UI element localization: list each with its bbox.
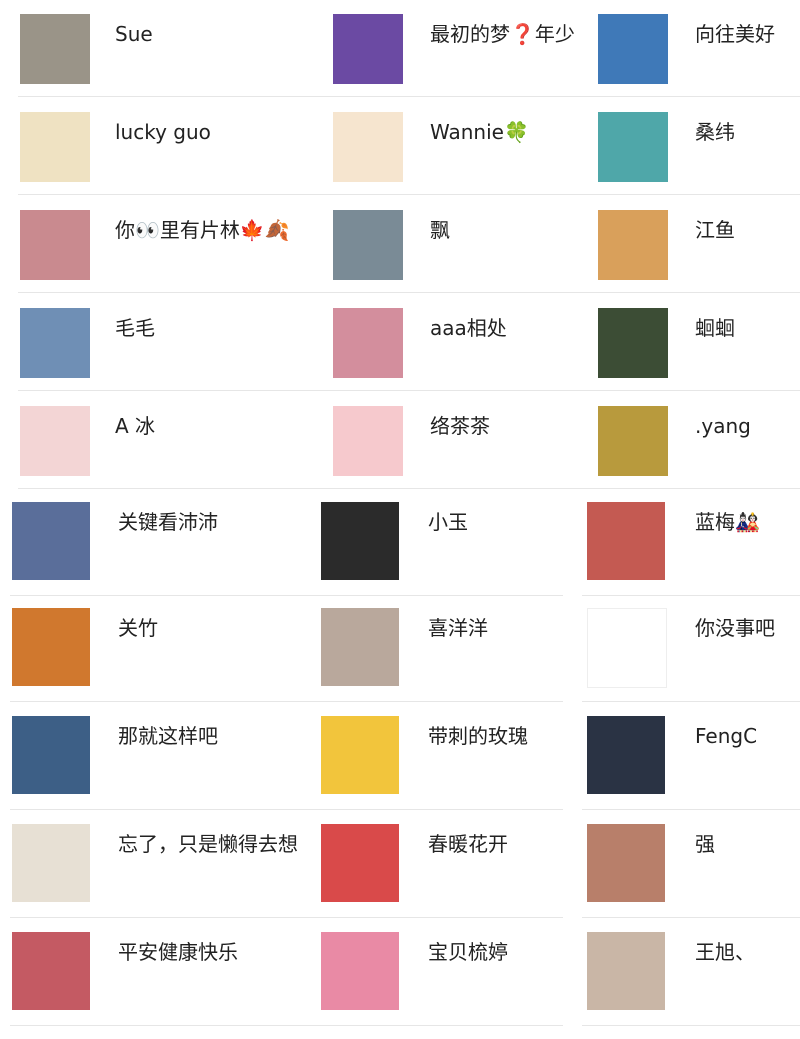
contact-item[interactable]: 那就这样吧 bbox=[10, 704, 318, 810]
contact-name: 毛毛 bbox=[115, 316, 155, 340]
contact-item[interactable]: 王旭、 bbox=[582, 920, 800, 1026]
contact-name: 江鱼 bbox=[695, 218, 735, 242]
contact-item[interactable]: aaa相处 bbox=[330, 294, 595, 391]
china-cheer-avatar[interactable] bbox=[321, 824, 399, 902]
contact-item[interactable]: 你👀里有片林🍁🍂 bbox=[18, 196, 330, 293]
contact-name: 关竹 bbox=[118, 616, 158, 640]
contact-item[interactable]: 向往美好 bbox=[595, 0, 800, 97]
pink-pig-avatar[interactable] bbox=[333, 406, 403, 476]
child-face-avatar[interactable] bbox=[333, 308, 403, 378]
contact-item[interactable]: Sue bbox=[18, 0, 330, 97]
anime-girl-avatar[interactable] bbox=[20, 406, 90, 476]
contact-name: 强 bbox=[695, 832, 715, 856]
shiba-dog-avatar[interactable] bbox=[598, 210, 668, 280]
contact-item[interactable]: 江鱼 bbox=[595, 196, 800, 293]
cartoon-girl-avatar[interactable] bbox=[333, 112, 403, 182]
yellow-flower-avatar[interactable] bbox=[321, 716, 399, 794]
holding-hands-avatar[interactable] bbox=[321, 502, 399, 580]
contact-name: 忘了，只是懒得去想 bbox=[118, 832, 298, 856]
contact-name: 桑纬 bbox=[695, 120, 735, 144]
landscape-avatar[interactable] bbox=[333, 210, 403, 280]
contact-name: FengC bbox=[695, 724, 758, 748]
contact-item[interactable]: 小玉 bbox=[318, 490, 563, 596]
contact-name: 带刺的玫瑰 bbox=[428, 724, 528, 748]
contact-name: 春暖花开 bbox=[428, 832, 508, 856]
contact-name: A 冰 bbox=[115, 414, 156, 438]
contact-item[interactable]: A 冰 bbox=[18, 392, 330, 489]
girl-selfie-avatar[interactable] bbox=[20, 210, 90, 280]
contact-name: Sue bbox=[115, 22, 153, 46]
contact-name: 喜洋洋 bbox=[428, 616, 488, 640]
kid-photo-avatar[interactable] bbox=[12, 932, 90, 1010]
child-photo-avatar[interactable] bbox=[20, 14, 90, 84]
contact-name: 飘 bbox=[430, 218, 450, 242]
contact-item[interactable]: 毛毛 bbox=[18, 294, 330, 391]
crayon-shin-chan-avatar[interactable] bbox=[12, 502, 90, 580]
contact-name: 蛔蛔 bbox=[695, 316, 735, 340]
contact-name: 你没事吧 bbox=[695, 616, 775, 640]
contact-name: 你👀里有片林🍁🍂 bbox=[115, 218, 290, 242]
contact-item[interactable]: 平安健康快乐 bbox=[10, 920, 318, 1026]
contact-item[interactable]: 最初的梦❓年少 bbox=[330, 0, 595, 97]
cartoon-cat-avatar[interactable] bbox=[20, 112, 90, 182]
contact-name: 最初的梦❓年少 bbox=[430, 22, 575, 46]
contact-name: .yang bbox=[695, 414, 751, 438]
contact-item[interactable]: 蓝梅🎎 bbox=[582, 490, 800, 596]
contact-name: 宝贝梳婷 bbox=[428, 940, 508, 964]
contact-item[interactable]: lucky guo bbox=[18, 98, 330, 195]
contact-item[interactable]: 关竹 bbox=[10, 596, 318, 702]
contact-item[interactable]: 络茶茶 bbox=[330, 392, 595, 489]
contact-name: 小玉 bbox=[428, 510, 468, 534]
contact-item[interactable]: 你没事吧 bbox=[582, 596, 800, 702]
contact-name: lucky guo bbox=[115, 120, 211, 144]
castle-photo-avatar[interactable] bbox=[20, 308, 90, 378]
contact-item[interactable]: 强 bbox=[582, 812, 800, 918]
cloud-avatar[interactable] bbox=[587, 608, 667, 688]
contact-item[interactable]: 带刺的玫瑰 bbox=[318, 704, 563, 810]
contact-item[interactable]: 蛔蛔 bbox=[595, 294, 800, 391]
city-skyline-avatar[interactable] bbox=[598, 14, 668, 84]
contact-name: 关键看沛沛 bbox=[118, 510, 218, 534]
contact-item[interactable]: 关键看沛沛 bbox=[10, 490, 318, 596]
contact-item[interactable]: 春暖花开 bbox=[318, 812, 563, 918]
lotus-flower-avatar[interactable] bbox=[598, 308, 668, 378]
contact-name: 平安健康快乐 bbox=[118, 940, 238, 964]
contact-name: 王旭、 bbox=[695, 940, 755, 964]
contact-item[interactable]: 喜洋洋 bbox=[318, 596, 563, 702]
fireworks-photo-avatar[interactable] bbox=[12, 608, 90, 686]
contact-item[interactable]: 飘 bbox=[330, 196, 595, 293]
contact-name: Wannie🍀 bbox=[430, 120, 529, 144]
police-cartoon-avatar[interactable] bbox=[598, 112, 668, 182]
contact-name: 络茶茶 bbox=[430, 414, 490, 438]
baby-photo-avatar[interactable] bbox=[587, 824, 665, 902]
detective-conan-avatar[interactable] bbox=[12, 824, 90, 902]
woman-photo-avatar[interactable] bbox=[598, 406, 668, 476]
contact-item[interactable]: 忘了，只是懒得去想 bbox=[10, 812, 318, 918]
contact-name: 那就这样吧 bbox=[118, 724, 218, 748]
contact-item[interactable]: 桑纬 bbox=[595, 98, 800, 195]
contact-item[interactable]: Wannie🍀 bbox=[330, 98, 595, 195]
contact-item[interactable]: 宝贝梳婷 bbox=[318, 920, 563, 1026]
contact-name: 蓝梅🎎 bbox=[695, 510, 760, 534]
contact-item[interactable]: .yang bbox=[595, 392, 800, 489]
baby-hat-avatar[interactable] bbox=[587, 932, 665, 1010]
sunset-couple-avatar[interactable] bbox=[12, 716, 90, 794]
contact-item[interactable]: FengC bbox=[582, 704, 800, 810]
group-photo-avatar[interactable] bbox=[321, 608, 399, 686]
flower-sunset-avatar[interactable] bbox=[587, 502, 665, 580]
contact-name: aaa相处 bbox=[430, 316, 507, 340]
woman-photo-avatar[interactable] bbox=[333, 14, 403, 84]
rose-bouquet-avatar[interactable] bbox=[321, 932, 399, 1010]
contact-name: 向往美好 bbox=[695, 22, 775, 46]
wolf-avatar[interactable] bbox=[587, 716, 665, 794]
